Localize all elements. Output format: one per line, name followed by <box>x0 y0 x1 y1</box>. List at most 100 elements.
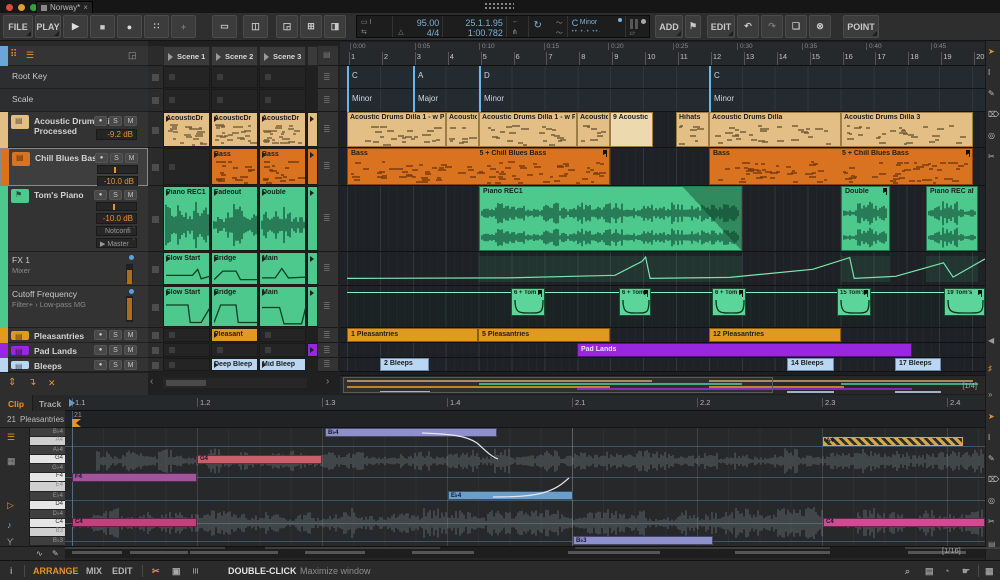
clip-play-icon[interactable] <box>262 290 266 296</box>
clip-slot-cutoff-1[interactable]: Slow Start <box>163 286 210 327</box>
arranger-clip-pleasantries[interactable]: 5 Pleasantries <box>478 328 610 342</box>
input-routing-select[interactable]: Notconfiˇ <box>96 226 137 236</box>
key-change-scale[interactable]: Major <box>418 94 438 103</box>
overview-viewport[interactable] <box>343 377 773 393</box>
piano-key-A4[interactable]: A4 <box>30 437 65 446</box>
track-header-pleasantries[interactable]: ▤Pleasantries●SM <box>0 328 148 343</box>
clip-start-flag[interactable] <box>72 419 81 427</box>
automation-follow-dot[interactable] <box>129 289 134 294</box>
dual-display-button[interactable]: ◲ <box>276 15 298 38</box>
play-menu-button[interactable]: PLAY <box>35 15 61 38</box>
arranger-clip-bleeps[interactable]: 14 Bleeps <box>787 358 834 371</box>
track-header-cutoff[interactable]: Cutoff FrequencyFilter+ › Low-pass MG <box>0 286 148 328</box>
automation-write-button[interactable]: ∷ <box>144 15 169 38</box>
clip-slot-padlands-1[interactable] <box>163 343 210 357</box>
key-change-marker[interactable] <box>347 66 349 112</box>
solo-button[interactable]: S <box>110 153 123 163</box>
arranger-clip-bass[interactable]: Bass5 + Chill Blues Bass <box>347 148 610 185</box>
piano-key-A♭4[interactable]: A♭4 <box>30 446 65 455</box>
solo-button[interactable]: S <box>109 360 122 370</box>
tab-arrange[interactable]: ARRANGE <box>33 566 79 576</box>
pen-tool-icon[interactable]: ✎ <box>988 89 995 98</box>
volume-fader[interactable] <box>97 165 138 174</box>
mute-button[interactable]: M <box>125 153 138 163</box>
clip-slot-sliver-fx1[interactable] <box>307 252 318 285</box>
clip-slot-bleeps-3[interactable]: Mid Bleep <box>259 358 306 371</box>
automation-follow-dot[interactable] <box>129 255 134 260</box>
keyboard-icon[interactable]: ▦ <box>985 566 994 577</box>
piano-key-E4[interactable]: E4 <box>30 482 65 491</box>
stop-all-cell[interactable] <box>148 46 163 66</box>
arranger-clip-drums[interactable]: Acoustic Drums Dilla 3 <box>841 112 973 147</box>
record-arm-button[interactable]: ● <box>94 345 107 355</box>
punch-cell[interactable]: ←⋔ <box>507 16 530 37</box>
arranger-clip-drums[interactable]: Acoustic D <box>446 112 479 147</box>
scene-header-1[interactable]: Scene 1 <box>163 46 210 66</box>
pointer-tool-icon[interactable]: ➤ <box>988 47 995 56</box>
scene-header-2[interactable]: Scene 2 <box>211 46 258 66</box>
key-change-marker[interactable] <box>413 66 415 112</box>
track-panel-header[interactable]: ⠿☰◲ <box>0 46 148 66</box>
solo-button[interactable]: S <box>109 190 122 200</box>
clip-slot-drums-2[interactable]: AcousticDr <box>211 112 258 147</box>
clip-play-icon[interactable] <box>214 152 218 158</box>
clip-play-icon[interactable] <box>214 290 218 296</box>
track-header-scale[interactable]: Scale <box>0 89 148 112</box>
launcher-scroll-thumb[interactable] <box>166 380 206 386</box>
knife-tool-icon[interactable]: ✂ <box>988 152 995 161</box>
clip-stop-cell-bleeps[interactable] <box>148 358 163 372</box>
close-window-button[interactable] <box>6 4 13 11</box>
scene-play-icon[interactable] <box>264 53 269 61</box>
key-cell[interactable]: C Minor •• •·• ••· <box>568 16 626 37</box>
erase-tool-icon[interactable]: ⌦ <box>988 110 999 119</box>
automation-clip[interactable]: 19 Tom's <box>944 288 985 316</box>
midi-note[interactable]: C4 <box>823 518 985 527</box>
launcher-track-options-fx1[interactable]: ≣ <box>318 252 338 286</box>
list-view-icon[interactable]: ☰ <box>26 50 34 61</box>
tab-track[interactable]: Track <box>33 395 65 411</box>
clip-slot-padlands-2[interactable] <box>211 343 258 357</box>
key-change-scale[interactable]: Minor <box>352 94 372 103</box>
clip-play-icon[interactable] <box>214 256 218 262</box>
fx1-automation-lane[interactable] <box>340 252 985 286</box>
plus-display-button[interactable]: ⊞ <box>300 15 322 38</box>
record-button[interactable]: ● <box>117 15 142 38</box>
snap-grid-icon[interactable]: ♯ <box>988 364 992 373</box>
track-header-bleeps[interactable]: ▤Bleeps●SM <box>0 358 148 372</box>
play-note-icon[interactable]: ▷ <box>7 500 14 511</box>
midi-note[interactable]: G4 <box>197 455 322 464</box>
arranger-overview[interactable]: [1/4] <box>340 375 985 394</box>
clip-play-icon[interactable] <box>214 116 218 122</box>
scene-play-icon[interactable] <box>216 53 221 61</box>
launcher-track-options-padlands[interactable]: ≣ <box>318 343 338 358</box>
launcher-track-options-bass[interactable]: ≣ <box>318 148 338 186</box>
track-header-root_key[interactable]: Root Key <box>0 66 148 89</box>
record-arm-button[interactable]: ● <box>95 153 108 163</box>
automation-clip[interactable]: 6 + Tom <box>619 288 651 316</box>
loop-cell[interactable]: ↻ 〜〜 <box>529 16 567 37</box>
solo-button[interactable]: S <box>109 330 122 340</box>
editor-clip-ref[interactable]: 21Pleasantries <box>0 411 65 428</box>
knife-tool-icon[interactable]: ✂ <box>988 517 995 526</box>
notes-page-icon[interactable]: ▤ <box>925 566 934 577</box>
fader-handle[interactable] <box>113 204 115 210</box>
clip-play-icon[interactable] <box>262 362 266 368</box>
key-change-root[interactable]: D <box>484 71 490 80</box>
file-menu-button[interactable]: FILE <box>3 15 33 38</box>
tab-edit[interactable]: EDIT <box>112 566 133 576</box>
project-tab[interactable]: Norway* × <box>36 1 93 13</box>
mute-button[interactable]: M <box>124 116 137 126</box>
clip-play-icon[interactable] <box>262 256 266 262</box>
clip-play-icon[interactable] <box>214 362 218 368</box>
clip-play-icon[interactable] <box>262 152 266 158</box>
launcher-track-options-cutoff[interactable]: ≣ <box>318 286 338 328</box>
arranger-clip-drums[interactable]: Hihats <box>676 112 709 147</box>
automation-clip[interactable]: 6 + Tom <box>511 288 545 316</box>
clip-slot-bass-2[interactable]: Bass <box>211 148 258 185</box>
zoom-tool-icon[interactable]: ◎ <box>988 131 995 140</box>
solo-button[interactable]: S <box>109 116 122 126</box>
piano-key-D4[interactable]: D4 <box>30 501 65 510</box>
pen-tool-icon[interactable]: ✎ <box>988 454 995 463</box>
minimize-window-button[interactable] <box>18 4 25 11</box>
pointer-mode-button[interactable]: POINT <box>843 15 879 38</box>
